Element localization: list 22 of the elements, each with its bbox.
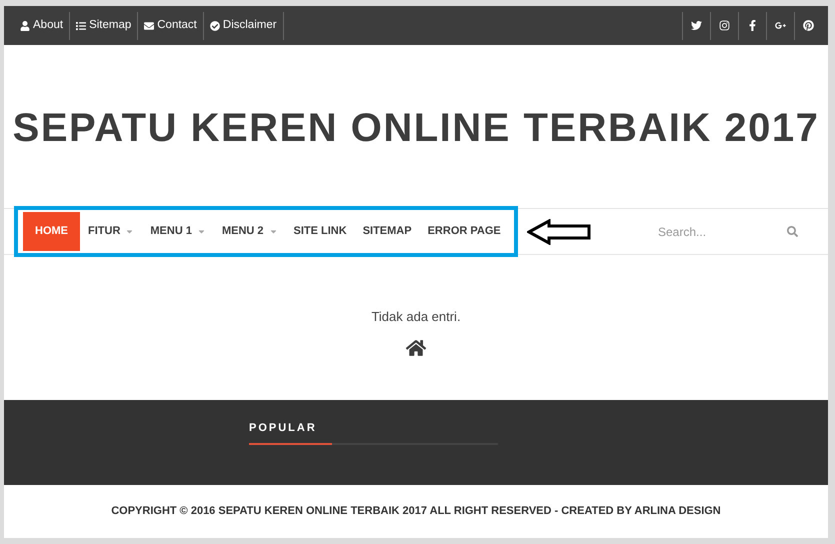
list-icon xyxy=(76,20,86,30)
user-icon xyxy=(20,20,30,30)
nav-item[interactable]: HOME xyxy=(23,212,80,251)
nav-item[interactable]: MENU 1 xyxy=(142,212,214,251)
top-link[interactable]: Contact xyxy=(138,12,204,40)
top-link[interactable]: Disclaimer xyxy=(204,12,284,40)
empty-message: Tidak ada entri. xyxy=(371,308,461,326)
top-link[interactable]: Sitemap xyxy=(70,12,138,40)
home-icon[interactable] xyxy=(405,338,427,356)
top-link[interactable]: About xyxy=(14,12,70,40)
nav-item[interactable]: FITUR xyxy=(80,212,142,251)
nav-item[interactable]: MENU 2 xyxy=(214,212,286,251)
envelope-icon xyxy=(144,20,154,30)
nav-item[interactable]: ERROR PAGE xyxy=(420,212,509,251)
widget-title: POPULAR xyxy=(249,421,318,436)
nav-item[interactable]: SITE LINK xyxy=(286,212,355,251)
copyright-text: COPYRIGHT © 2016 SEPATU KEREN ONLINE TERBAIK 2017 ALL RIGHT RESERVED - CREATED BY ARLINA DESIGN xyxy=(111,504,721,520)
arrow-icon xyxy=(526,218,591,244)
site-title[interactable]: SEPATU KEREN ONLINE TERBAIK 2017 xyxy=(12,98,820,158)
search-icon[interactable] xyxy=(787,226,798,237)
nav-item[interactable]: SITEMAP xyxy=(354,212,420,251)
search-field[interactable]: Search... xyxy=(658,222,768,240)
